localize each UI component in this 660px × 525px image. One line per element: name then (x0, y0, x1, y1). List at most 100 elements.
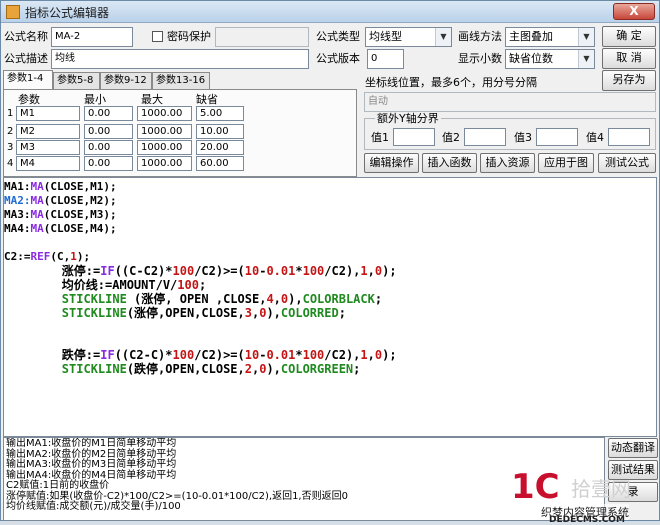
decimal-select[interactable]: 缺省位数 ▼ (505, 49, 595, 69)
tab-params-5-8[interactable]: 参数5-8 (53, 72, 100, 89)
code-token: 均价线:=AMOUNT/V/ (4, 278, 178, 292)
param-min-field[interactable]: 0.00 (84, 140, 133, 155)
code-token: 100 (172, 348, 195, 362)
code-line: 涨停:=IF((C-C2)*100/C2)>=(10-0.01*100/C2),… (4, 264, 397, 278)
code-line: C2:=REF(C,1); (4, 250, 90, 264)
close-button[interactable]: X (613, 3, 655, 20)
type-select[interactable]: 均线型 ▼ (365, 27, 452, 47)
insert-resource-button[interactable]: 插入资源 (480, 153, 535, 173)
tab-params-9-12[interactable]: 参数9-12 (100, 72, 152, 89)
code-token: COLORRED (280, 306, 339, 320)
decimal-select-value: 缺省位数 (509, 52, 553, 65)
code-token: IF (100, 264, 115, 278)
param-max-field[interactable]: 1000.00 (137, 106, 192, 121)
code-token: (CLOSE,M2); (43, 194, 117, 207)
row-number: 3 (7, 142, 14, 153)
header-default: 缺省 (196, 93, 218, 106)
code-token: 4 (266, 292, 274, 306)
param-name-field[interactable]: M3 (16, 140, 80, 155)
value1-field[interactable] (393, 128, 435, 146)
code-line: STICKLINE (涨停, OPEN ,CLOSE,4,0),COLORBLA… (4, 292, 382, 306)
edit-operation-button[interactable]: 编辑操作 (364, 153, 419, 173)
watermark-logo: 1C (511, 467, 560, 507)
name-field[interactable]: MA-2 (51, 27, 133, 47)
code-token: 10 (244, 264, 260, 278)
code-token: (涨停,OPEN,CLOSE, (126, 306, 245, 320)
watermark-url: DEDECMS.COM (549, 515, 625, 525)
value2-label: 值2 (442, 131, 460, 144)
param-max-field[interactable]: 1000.00 (137, 156, 192, 171)
test-formula-button[interactable]: 测试公式 (598, 153, 656, 173)
desc-field[interactable]: 均线 (51, 49, 309, 69)
version-field[interactable]: 0 (367, 49, 404, 69)
desc-label: 公式描述 (4, 52, 48, 65)
header-min: 最小 (84, 93, 106, 106)
code-token: MA1: (4, 180, 31, 193)
code-token: 3 (244, 306, 252, 320)
code-token: 1 (70, 250, 77, 263)
code-token: (CLOSE,M4); (43, 222, 117, 235)
coords-field[interactable]: 自动 (364, 92, 656, 112)
code-token: STICKLINE (4, 362, 127, 376)
draw-select[interactable]: 主图叠加 ▼ (505, 27, 595, 47)
header-param: 参数 (18, 93, 40, 106)
tab-params-13-16[interactable]: 参数13-16 (152, 72, 210, 89)
code-token: , (367, 264, 375, 278)
value4-field[interactable] (608, 128, 650, 146)
code-token: 10 (244, 348, 260, 362)
password-label: 密码保护 (167, 30, 211, 43)
code-token: (C, (50, 250, 71, 263)
code-token: 涨停:= (4, 264, 101, 278)
param-default-field[interactable]: 5.00 (196, 106, 244, 121)
code-token: 1 (360, 264, 368, 278)
output-line: 输出MA1:收盘价的M1日简单移动平均 (6, 438, 177, 449)
app-icon (6, 5, 20, 19)
tab-params-1-4[interactable]: 参数1-4 (3, 70, 53, 89)
chevron-down-icon: ▼ (578, 50, 594, 68)
code-token: C2:= (4, 250, 31, 263)
password-checkbox[interactable] (152, 31, 163, 42)
code-editor[interactable]: MA1:MA(CLOSE,M1); MA2:MA(CLOSE,M2); MA3:… (3, 177, 657, 437)
dynamic-translate-button[interactable]: 动态翻译 (608, 438, 658, 458)
code-line: MA1:MA(CLOSE,M1); (4, 180, 117, 194)
param-name-field[interactable]: M1 (16, 106, 80, 121)
code-token: /C2)>=( (194, 264, 245, 278)
param-name-field[interactable]: M2 (16, 124, 80, 139)
type-label: 公式类型 (316, 30, 360, 43)
value1-label: 值1 (371, 131, 389, 144)
param-default-field[interactable]: 10.00 (196, 124, 244, 139)
code-token: MA (30, 180, 44, 193)
code-token: REF (30, 250, 51, 263)
param-default-field[interactable]: 60.00 (196, 156, 244, 171)
param-max-field[interactable]: 1000.00 (137, 140, 192, 155)
title-bar: 指标公式编辑器 X (1, 1, 659, 23)
code-token: 跌停:= (4, 348, 101, 362)
code-line: STICKLINE(涨停,OPEN,CLOSE,3,0),COLORRED; (4, 306, 346, 320)
apply-to-chart-button[interactable]: 应用于图 (538, 153, 594, 173)
code-token: ); (382, 348, 397, 362)
insert-function-button[interactable]: 插入函数 (422, 153, 477, 173)
value3-field[interactable] (536, 128, 578, 146)
param-name-field[interactable]: M4 (16, 156, 80, 171)
param-min-field[interactable]: 0.00 (84, 106, 133, 121)
row-number: 4 (7, 158, 14, 169)
site-watermark: 1C 拾壹网 织梦内容管理系统 DEDECMS.COM (511, 467, 659, 525)
code-token: 100 (177, 278, 199, 292)
cancel-button[interactable]: 取 消 (602, 48, 656, 69)
param-default-field[interactable]: 20.00 (196, 140, 244, 155)
value4-label: 值4 (586, 131, 604, 144)
code-token: 100 (172, 264, 195, 278)
code-token: ); (76, 250, 91, 263)
ok-button[interactable]: 确 定 (602, 26, 656, 47)
param-min-field[interactable]: 0.00 (84, 124, 133, 139)
save-as-button[interactable]: 另存为 (602, 70, 656, 91)
password-field[interactable] (215, 27, 309, 47)
param-max-field[interactable]: 1000.00 (137, 124, 192, 139)
code-line: 均价线:=AMOUNT/V/100; (4, 278, 206, 292)
code-token: MA4: (4, 222, 31, 235)
code-token: (涨停, OPEN ,CLOSE, (126, 292, 267, 306)
row-number: 1 (7, 108, 14, 119)
code-token: IF (100, 348, 115, 362)
value2-field[interactable] (464, 128, 506, 146)
param-min-field[interactable]: 0.00 (84, 156, 133, 171)
